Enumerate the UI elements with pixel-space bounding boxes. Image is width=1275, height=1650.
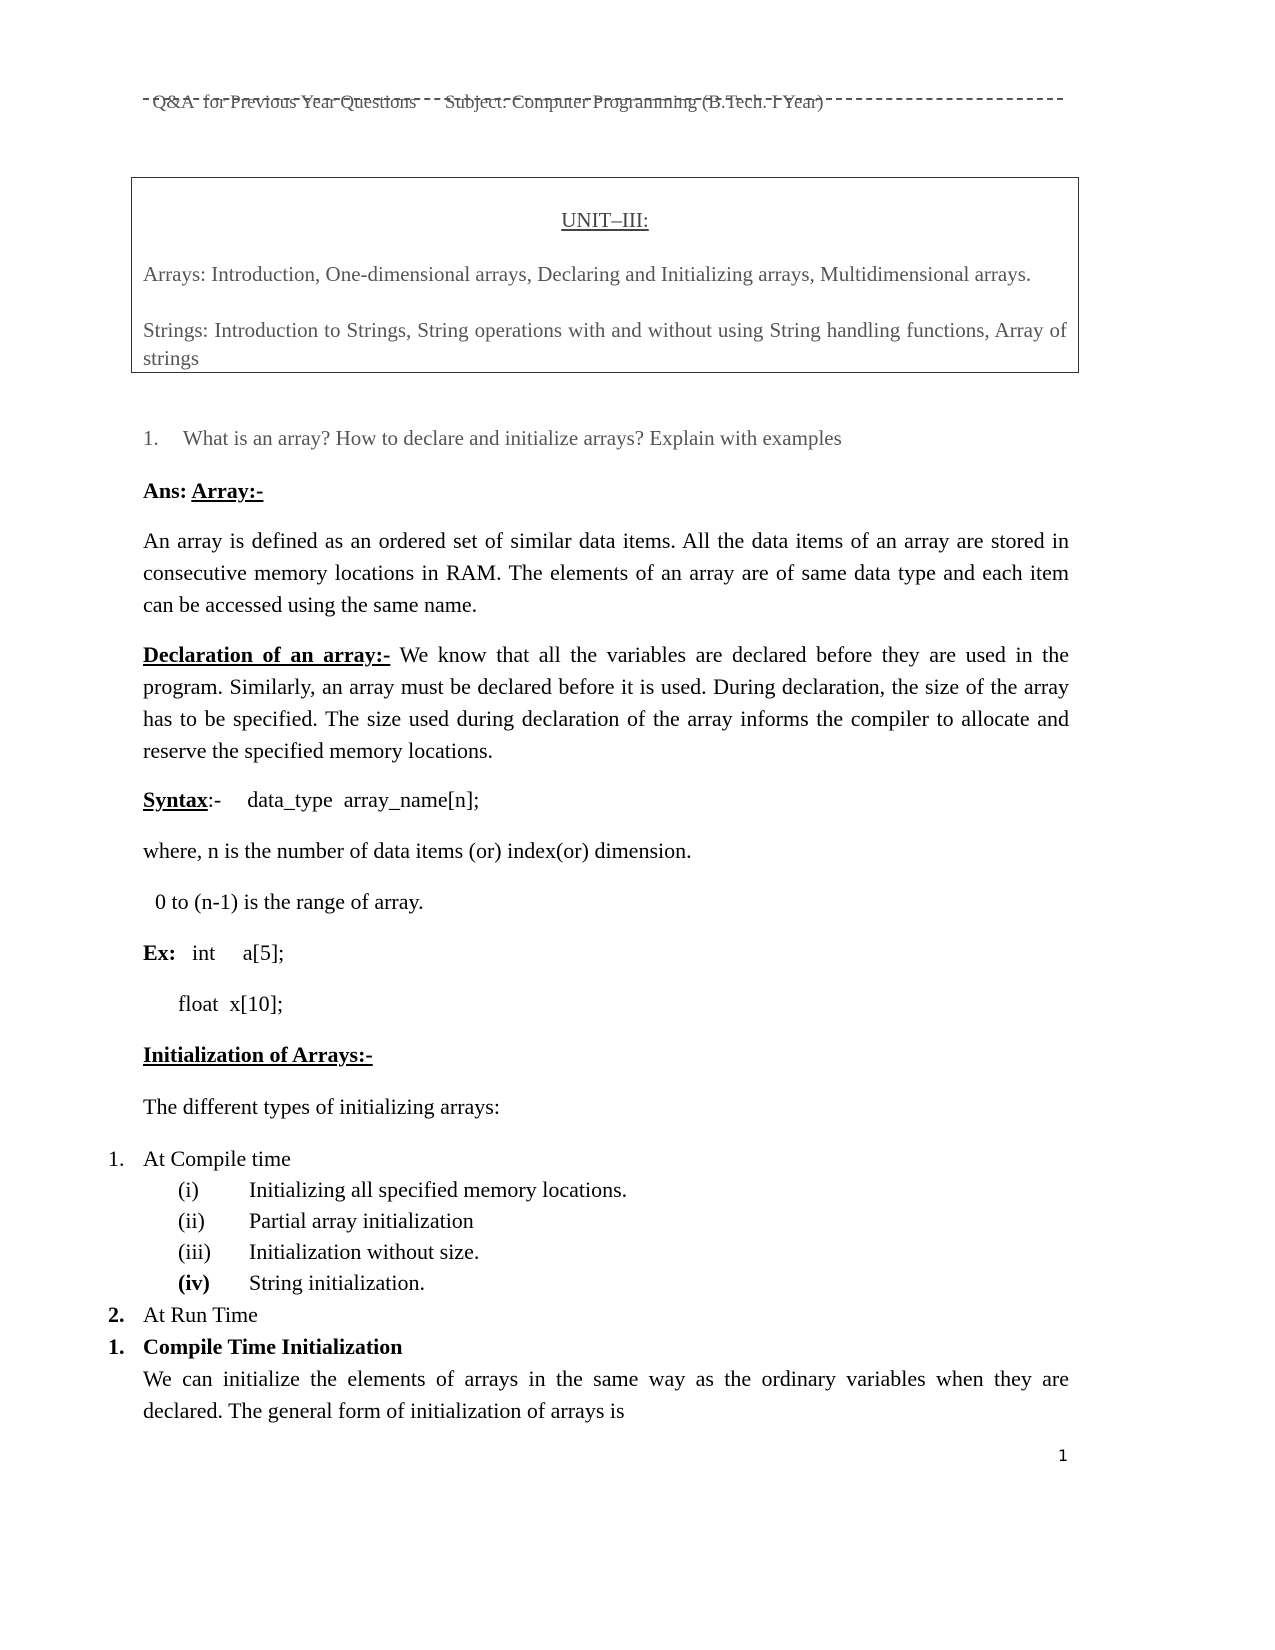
where-text: where, n is the number of data items (or… [143, 838, 692, 863]
subitem-num: (iv) [178, 1270, 210, 1295]
answer-heading: Ans: Array:- [143, 478, 263, 504]
subitem-num: (iii) [178, 1239, 211, 1264]
type-runtime-label: At Run Time [143, 1302, 258, 1327]
header-left: Q&A for Previous Year Questions [152, 92, 417, 113]
subitem-text: String initialization. [249, 1270, 425, 1295]
compile-time-heading: Compile Time Initialization [143, 1334, 403, 1359]
type-compile-num: 1. [108, 1146, 125, 1171]
question-1: 1. What is an array? How to declare and … [143, 426, 842, 451]
array-definition: An array is defined as an ordered set of… [143, 528, 1069, 617]
init-intro: The different types of initializing arra… [143, 1094, 500, 1119]
header-divider [143, 98, 1063, 100]
declaration-paragraph: Declaration of an array:- We know that a… [143, 639, 1069, 767]
syntax-code: data_type array_name[n]; [247, 787, 480, 812]
question-number: 1. [143, 426, 159, 450]
array-heading: Array:- [191, 478, 264, 503]
compile-time-num: 1. [108, 1334, 125, 1359]
range-text: 0 to (n-1) is the range of array. [155, 889, 424, 914]
ans-label: Ans: [143, 478, 188, 503]
example-line-1: Ex: int a[5]; [143, 940, 284, 966]
subitem-text: Partial array initialization [249, 1208, 474, 1233]
compile-time-text: We can initialize the elements of arrays… [143, 1366, 1069, 1423]
ex-label: Ex: [143, 940, 176, 965]
unit-title: UNIT–III: [561, 208, 649, 232]
subitem-num: (ii) [178, 1208, 205, 1233]
page-header: Q&A for Previous Year Questions Subject:… [143, 70, 824, 114]
syntax-line: Syntax:- data_type array_name[n]; [143, 787, 480, 812]
subitem-text: Initializing all specified memory locati… [249, 1177, 628, 1202]
declaration-heading: Declaration of an array:- [143, 642, 391, 667]
init-heading: Initialization of Arrays:- [143, 1042, 373, 1067]
header-subject: Subject: Computer Programming (B.Tech. I… [444, 92, 824, 113]
unit-arrays-topics: Arrays: Introduction, One-dimensional ar… [143, 262, 1032, 286]
page-number: 1 [1058, 1446, 1069, 1465]
subitem-num: (i) [178, 1177, 199, 1202]
type-runtime-num: 2. [108, 1302, 125, 1327]
example-line-2: float x[10]; [178, 991, 284, 1016]
type-compile-label: At Compile time [143, 1146, 291, 1171]
example-int: int a[5]; [192, 940, 285, 965]
subitem-text: Initialization without size. [249, 1239, 480, 1264]
syntax-label: Syntax [143, 787, 208, 812]
unit-syllabus-box: UNIT–III: Arrays: Introduction, One-dime… [131, 177, 1079, 373]
question-text: What is an array? How to declare and ini… [182, 426, 842, 450]
unit-strings-topics: Strings: Introduction to Strings, String… [143, 318, 1067, 370]
